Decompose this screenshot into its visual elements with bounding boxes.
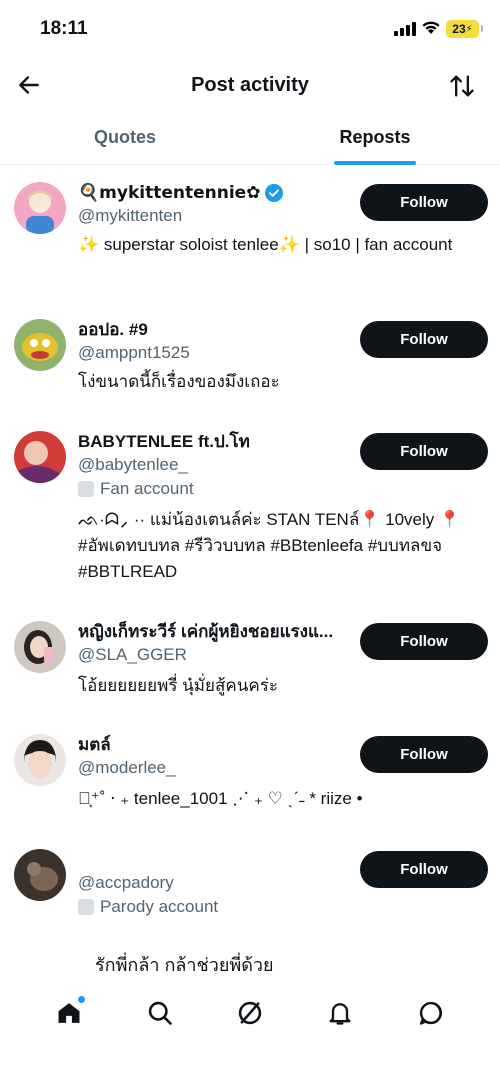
avatar[interactable] <box>14 319 66 371</box>
avatar[interactable] <box>14 431 66 483</box>
verified-badge-icon <box>265 184 284 202</box>
account-label-text: Parody account <box>100 897 219 916</box>
display-name[interactable]: ํ <box>78 849 360 871</box>
home-notification-dot <box>78 995 86 1003</box>
display-name-text: 🍳𝗺𝘆𝗸𝗶𝘁𝘁𝗲𝗻𝘁𝗲𝗻𝗻𝗶𝗲✿ <box>78 183 261 202</box>
mask-icon <box>78 899 94 915</box>
nav-grok[interactable] <box>225 988 275 1038</box>
battery-icon: 23 ⚡ <box>446 20 479 38</box>
display-name[interactable]: 🍳𝗺𝘆𝗸𝗶𝘁𝘁𝗲𝗻𝘁𝗲𝗻𝗻𝗶𝗲✿ <box>78 182 360 204</box>
mask-icon <box>78 481 94 497</box>
sort-icon[interactable] <box>448 72 476 100</box>
wifi-icon <box>422 21 440 34</box>
follow-button[interactable]: Follow <box>360 433 488 470</box>
user-handle: @accpadory <box>78 873 174 892</box>
partial-bio-text: รักพี่กล้า กล้าช่วยพี่ด้วย <box>95 955 274 975</box>
avatar[interactable] <box>14 621 66 673</box>
status-bar: 18:11 23 ⚡ <box>0 0 500 60</box>
user-handle: @amppnt1525 <box>78 343 190 362</box>
avatar[interactable] <box>14 734 66 786</box>
user-handle: @SLA_GGER <box>78 645 187 664</box>
user-handle: @babytenlee_ <box>78 455 188 474</box>
tab-bar: Quotes Reposts <box>0 112 500 165</box>
messages-icon <box>419 1001 442 1025</box>
display-name-text: มตล์ <box>78 735 111 754</box>
page-title: Post activity <box>191 74 309 96</box>
bottom-nav <box>0 985 500 1040</box>
user-bio: ✨ superstar soloist tenlee✨ | so10 | fan… <box>78 235 453 254</box>
user-bio: โอ้ยยยยยยพรี่ นุ๋มั่ยสู้คนคร่ะ <box>78 676 278 695</box>
grok-icon <box>238 1001 262 1024</box>
account-label-text: Fan account <box>100 479 194 498</box>
header: Post activity <box>0 60 500 110</box>
nav-search[interactable] <box>135 988 185 1038</box>
display-name-text: BABYTENLEE ft.ป.โท <box>78 432 250 451</box>
battery-level: 23 <box>452 22 466 36</box>
tab-quotes-label: Quotes <box>93 127 156 147</box>
avatar[interactable] <box>14 849 66 901</box>
display-name[interactable]: หญิงเก็ทระวีร์ เค่กผู้หยิงชอยแรงแ... <box>78 621 360 643</box>
display-name[interactable]: ออปอ. #9 <box>78 319 360 341</box>
search-icon <box>148 1001 172 1025</box>
follow-button[interactable]: Follow <box>360 736 488 773</box>
avatar[interactable] <box>14 182 66 234</box>
battery-tip <box>481 25 483 32</box>
display-name[interactable]: BABYTENLEE ft.ป.โท <box>78 431 360 453</box>
notifications-icon <box>329 1002 351 1025</box>
status-time: 18:11 <box>40 18 88 39</box>
follow-button[interactable]: Follow <box>360 623 488 660</box>
account-label: Fan account <box>78 477 360 501</box>
signal-icon <box>394 22 416 36</box>
nav-home[interactable] <box>44 988 94 1038</box>
tab-active-indicator <box>334 161 416 165</box>
user-handle: @moderlee_ <box>78 758 176 777</box>
display-name-text: หญิงเก็ทระวีร์ เค่กผู้หยิงชอยแรงแ... <box>78 622 334 641</box>
display-name-text: ออปอ. #9 <box>78 320 148 339</box>
nav-notifications[interactable] <box>315 988 365 1038</box>
nav-messages[interactable] <box>406 988 456 1038</box>
display-name[interactable]: มตล์ <box>78 734 360 756</box>
tab-quotes[interactable]: Quotes <box>0 112 250 164</box>
follow-button[interactable]: Follow <box>360 321 488 358</box>
user-bio: โง่ขนาดนี้ก็เรื่องของมึงเถอะ <box>78 372 280 391</box>
user-bio: ᨒ·ᗣ⸝ ·· แม่น้องเตนล์ค่ะ STAN TENล์📍 10ve… <box>78 510 461 581</box>
tab-reposts-label: Reposts <box>339 127 411 147</box>
tab-reposts[interactable]: Reposts <box>250 112 500 165</box>
account-label: Parody account <box>78 895 360 919</box>
user-bio: ‧͙⁺˚ ‧ ₊ tenlee_1001 ⋰ ₊ ♡ ˎˊ˗ * riize • <box>78 789 363 808</box>
follow-button[interactable]: Follow <box>360 851 488 888</box>
user-handle: @mykittenten <box>78 206 183 225</box>
home-icon <box>58 1002 80 1023</box>
follow-button[interactable]: Follow <box>360 184 488 221</box>
